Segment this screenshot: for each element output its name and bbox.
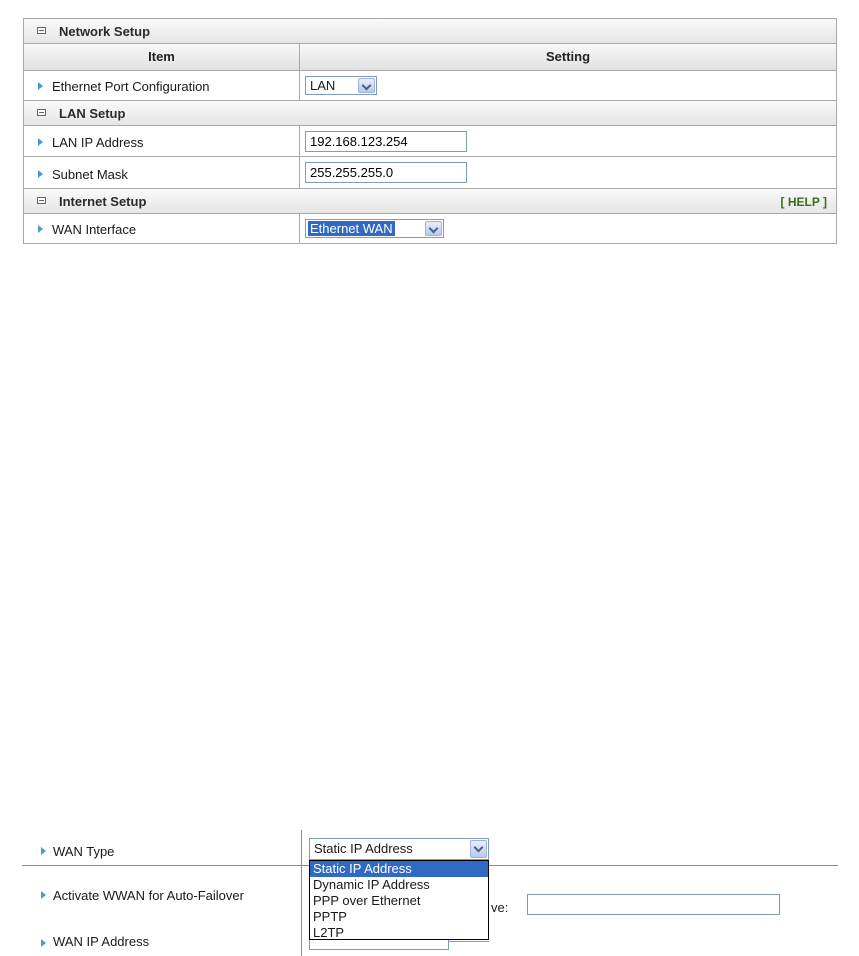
row-ethernet-port: Ethernet Port Configuration LAN	[24, 71, 836, 101]
network-setup-panel: Network Setup Item Setting Ethernet Port…	[23, 18, 837, 244]
help-link[interactable]: [ HELP ]	[781, 195, 827, 209]
table-header: Item Setting	[24, 44, 836, 71]
subnet-mask-input[interactable]	[305, 162, 467, 183]
row-subnet-mask: Subnet Mask	[24, 157, 836, 189]
section-title: Internet Setup	[59, 194, 147, 209]
chevron-down-icon[interactable]	[470, 840, 487, 858]
wan-interface-value: Ethernet WAN	[308, 221, 395, 236]
lan-ip-label: LAN IP Address	[52, 135, 144, 150]
wan-type-label: WAN Type	[53, 844, 115, 859]
triangle-right-icon	[38, 225, 43, 233]
subnet-mask-label: Subnet Mask	[52, 167, 128, 182]
collapse-square-icon[interactable]	[37, 109, 46, 116]
ethernet-port-select[interactable]: LAN	[305, 76, 377, 95]
chevron-down-icon[interactable]	[358, 78, 375, 93]
wan-interface-select[interactable]: Ethernet WAN	[305, 219, 444, 238]
row-wan-interface: WAN Interface Ethernet WAN	[24, 214, 836, 243]
section-internet-setup: Internet Setup [ HELP ]	[24, 189, 836, 214]
wan-type-value: Static IP Address	[314, 841, 413, 856]
section-title: LAN Setup	[59, 106, 126, 121]
ethernet-port-label: Ethernet Port Configuration	[52, 79, 210, 94]
lan-ip-input[interactable]	[305, 131, 467, 152]
collapse-square-icon[interactable]	[37, 27, 46, 34]
dropdown-option[interactable]: L2TP	[310, 925, 488, 941]
wan-type-dropdown-list[interactable]: Static IP Address Dynamic IP Address PPP…	[309, 860, 489, 940]
column-item: Item	[24, 44, 300, 70]
wan-type-select[interactable]: Static IP Address	[309, 838, 489, 860]
triangle-right-icon	[41, 891, 46, 899]
wan-settings-fragment: WAN Type Static IP Address Static IP Add…	[0, 830, 859, 956]
section-lan-setup: LAN Setup	[24, 101, 836, 126]
dropdown-option[interactable]: PPP over Ethernet	[310, 893, 488, 909]
collapse-square-icon[interactable]	[37, 197, 46, 204]
activate-wwan-partial-text: ve:	[491, 900, 509, 915]
triangle-right-icon	[38, 138, 43, 146]
triangle-right-icon	[38, 82, 43, 90]
divider	[301, 830, 302, 956]
triangle-right-icon	[38, 170, 43, 178]
dropdown-option[interactable]: Static IP Address	[310, 861, 488, 877]
dropdown-option[interactable]: PPTP	[310, 909, 488, 925]
triangle-right-icon	[41, 939, 46, 947]
section-network-setup: Network Setup	[24, 19, 836, 44]
wan-ip-input[interactable]	[309, 940, 449, 950]
wan-ip-label: WAN IP Address	[53, 934, 150, 949]
section-title: Network Setup	[59, 24, 151, 39]
activate-wwan-label: Activate WWAN for Auto-Failover	[53, 888, 244, 903]
wan-interface-label: WAN Interface	[52, 222, 137, 237]
divider	[449, 941, 489, 942]
chevron-down-icon[interactable]	[425, 221, 442, 236]
column-setting: Setting	[545, 49, 591, 64]
ethernet-port-value: LAN	[310, 78, 336, 93]
triangle-right-icon	[41, 847, 46, 855]
wwan-text-input[interactable]	[527, 894, 780, 915]
row-lan-ip: LAN IP Address	[24, 126, 836, 157]
dropdown-option[interactable]: Dynamic IP Address	[310, 877, 488, 893]
